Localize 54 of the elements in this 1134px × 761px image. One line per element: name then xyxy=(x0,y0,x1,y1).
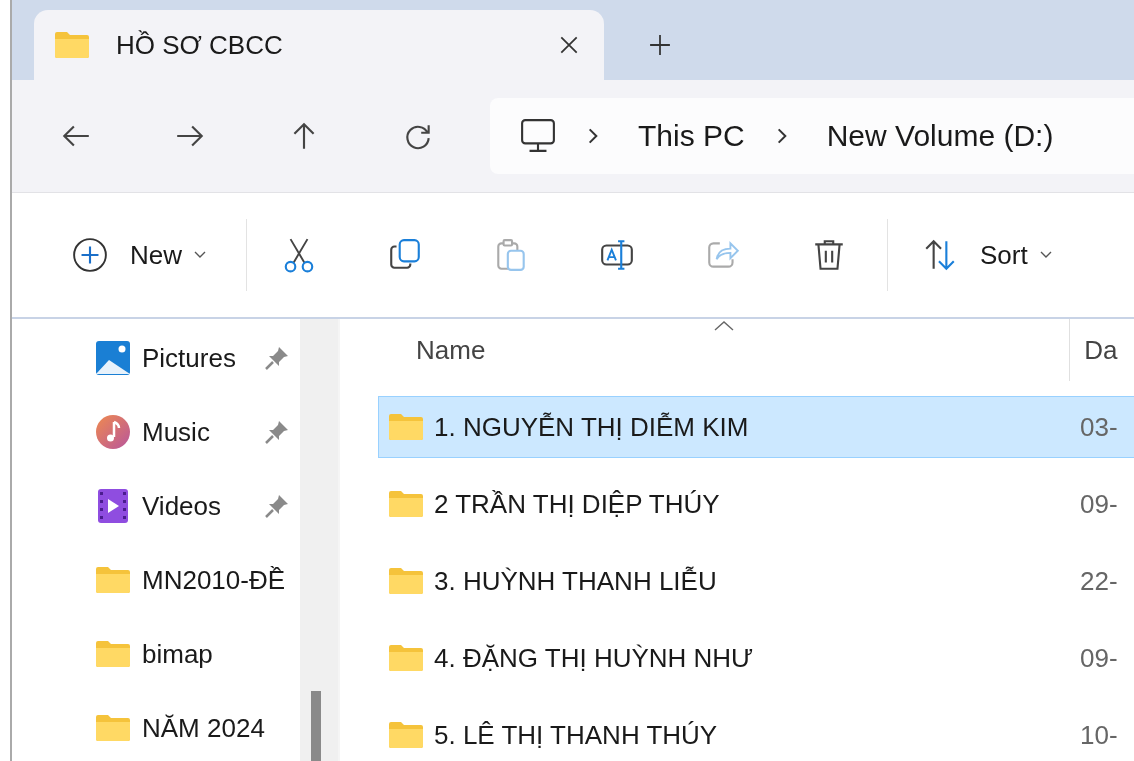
file-row[interactable]: 5. LÊ THỊ THANH THÚY 10- xyxy=(378,704,1134,761)
close-icon[interactable] xyxy=(558,34,580,56)
date-cell-text: 09- xyxy=(1079,642,1118,674)
tab[interactable]: HỒ SƠ CBCC xyxy=(34,10,604,80)
folder-icon xyxy=(95,640,131,668)
file-row[interactable]: 4. ĐẶNG THỊ HUỲNH NHƯ 09- xyxy=(378,627,1134,689)
sidebar-item[interactable]: bimap xyxy=(12,617,300,691)
folder-icon xyxy=(388,567,424,595)
folder-icon xyxy=(388,721,424,749)
pin-icon[interactable] xyxy=(264,493,290,519)
file-name: 2 TRẦN THỊ DIỆP THÚY xyxy=(434,488,720,520)
file-row[interactable]: 3. HUỲNH THANH LIỄU 22- xyxy=(378,550,1134,612)
pictures-icon xyxy=(95,340,131,376)
breadcrumb[interactable]: New Volume (D:) xyxy=(826,119,1054,153)
plus-circle-icon xyxy=(72,237,108,273)
file-row[interactable]: 2 TRẦN THỊ DIỆP THÚY 09- xyxy=(378,473,1134,535)
pin-icon[interactable] xyxy=(264,419,290,445)
sidebar-item[interactable]: MN2010-ĐỀ xyxy=(12,543,300,617)
sidebar-item[interactable]: Pictures xyxy=(12,321,300,395)
folder-icon xyxy=(95,566,131,594)
caret-icon xyxy=(1039,251,1052,259)
videos-icon xyxy=(95,488,131,524)
sidebar-item[interactable]: NĂM 2024 xyxy=(12,691,300,761)
sidebar-item[interactable]: Music xyxy=(12,395,300,469)
file-name: 1. NGUYỄN THỊ DIỄM KIM xyxy=(434,411,749,443)
folder-icon xyxy=(54,31,90,59)
scrollbar-thumb[interactable] xyxy=(311,691,321,761)
file-name: 4. ĐẶNG THỊ HUỲNH NHƯ xyxy=(434,642,754,674)
chevron-icon[interactable] xyxy=(586,126,600,146)
date-cell-text: 22- xyxy=(1079,565,1118,597)
folder-icon xyxy=(388,490,424,518)
new-tab-icon[interactable] xyxy=(649,34,671,56)
new-button[interactable]: New xyxy=(52,225,226,285)
date-cell-text: 10- xyxy=(1079,719,1118,751)
column-header[interactable]: Name xyxy=(378,319,1070,381)
computer-icon xyxy=(520,118,556,154)
folder-icon xyxy=(388,644,424,672)
folder-icon xyxy=(388,413,424,441)
breadcrumb[interactable]: This PC xyxy=(638,119,745,153)
sidebar-item[interactable]: Videos xyxy=(12,469,300,543)
column-header[interactable]: Da xyxy=(1069,319,1134,381)
file-name: 5. LÊ THỊ THANH THÚY xyxy=(434,719,718,751)
date-cell-text: 09- xyxy=(1079,488,1118,520)
date-cell-text: 03- xyxy=(1079,411,1118,443)
pin-icon[interactable] xyxy=(264,345,290,371)
caret-icon xyxy=(194,251,206,259)
file-row[interactable]: 1. NGUYỄN THỊ DIỄM KIM 03- xyxy=(378,396,1134,458)
folder-icon xyxy=(95,714,131,742)
music-icon xyxy=(95,414,131,450)
sort-ascending-icon xyxy=(713,321,734,331)
address-bar[interactable]: This PC New Volume (D:) xyxy=(490,98,1134,174)
sort-button[interactable]: Sort xyxy=(902,225,1072,285)
rename-icon xyxy=(599,237,635,273)
file-name: 3. HUỲNH THANH LIỄU xyxy=(434,565,717,597)
